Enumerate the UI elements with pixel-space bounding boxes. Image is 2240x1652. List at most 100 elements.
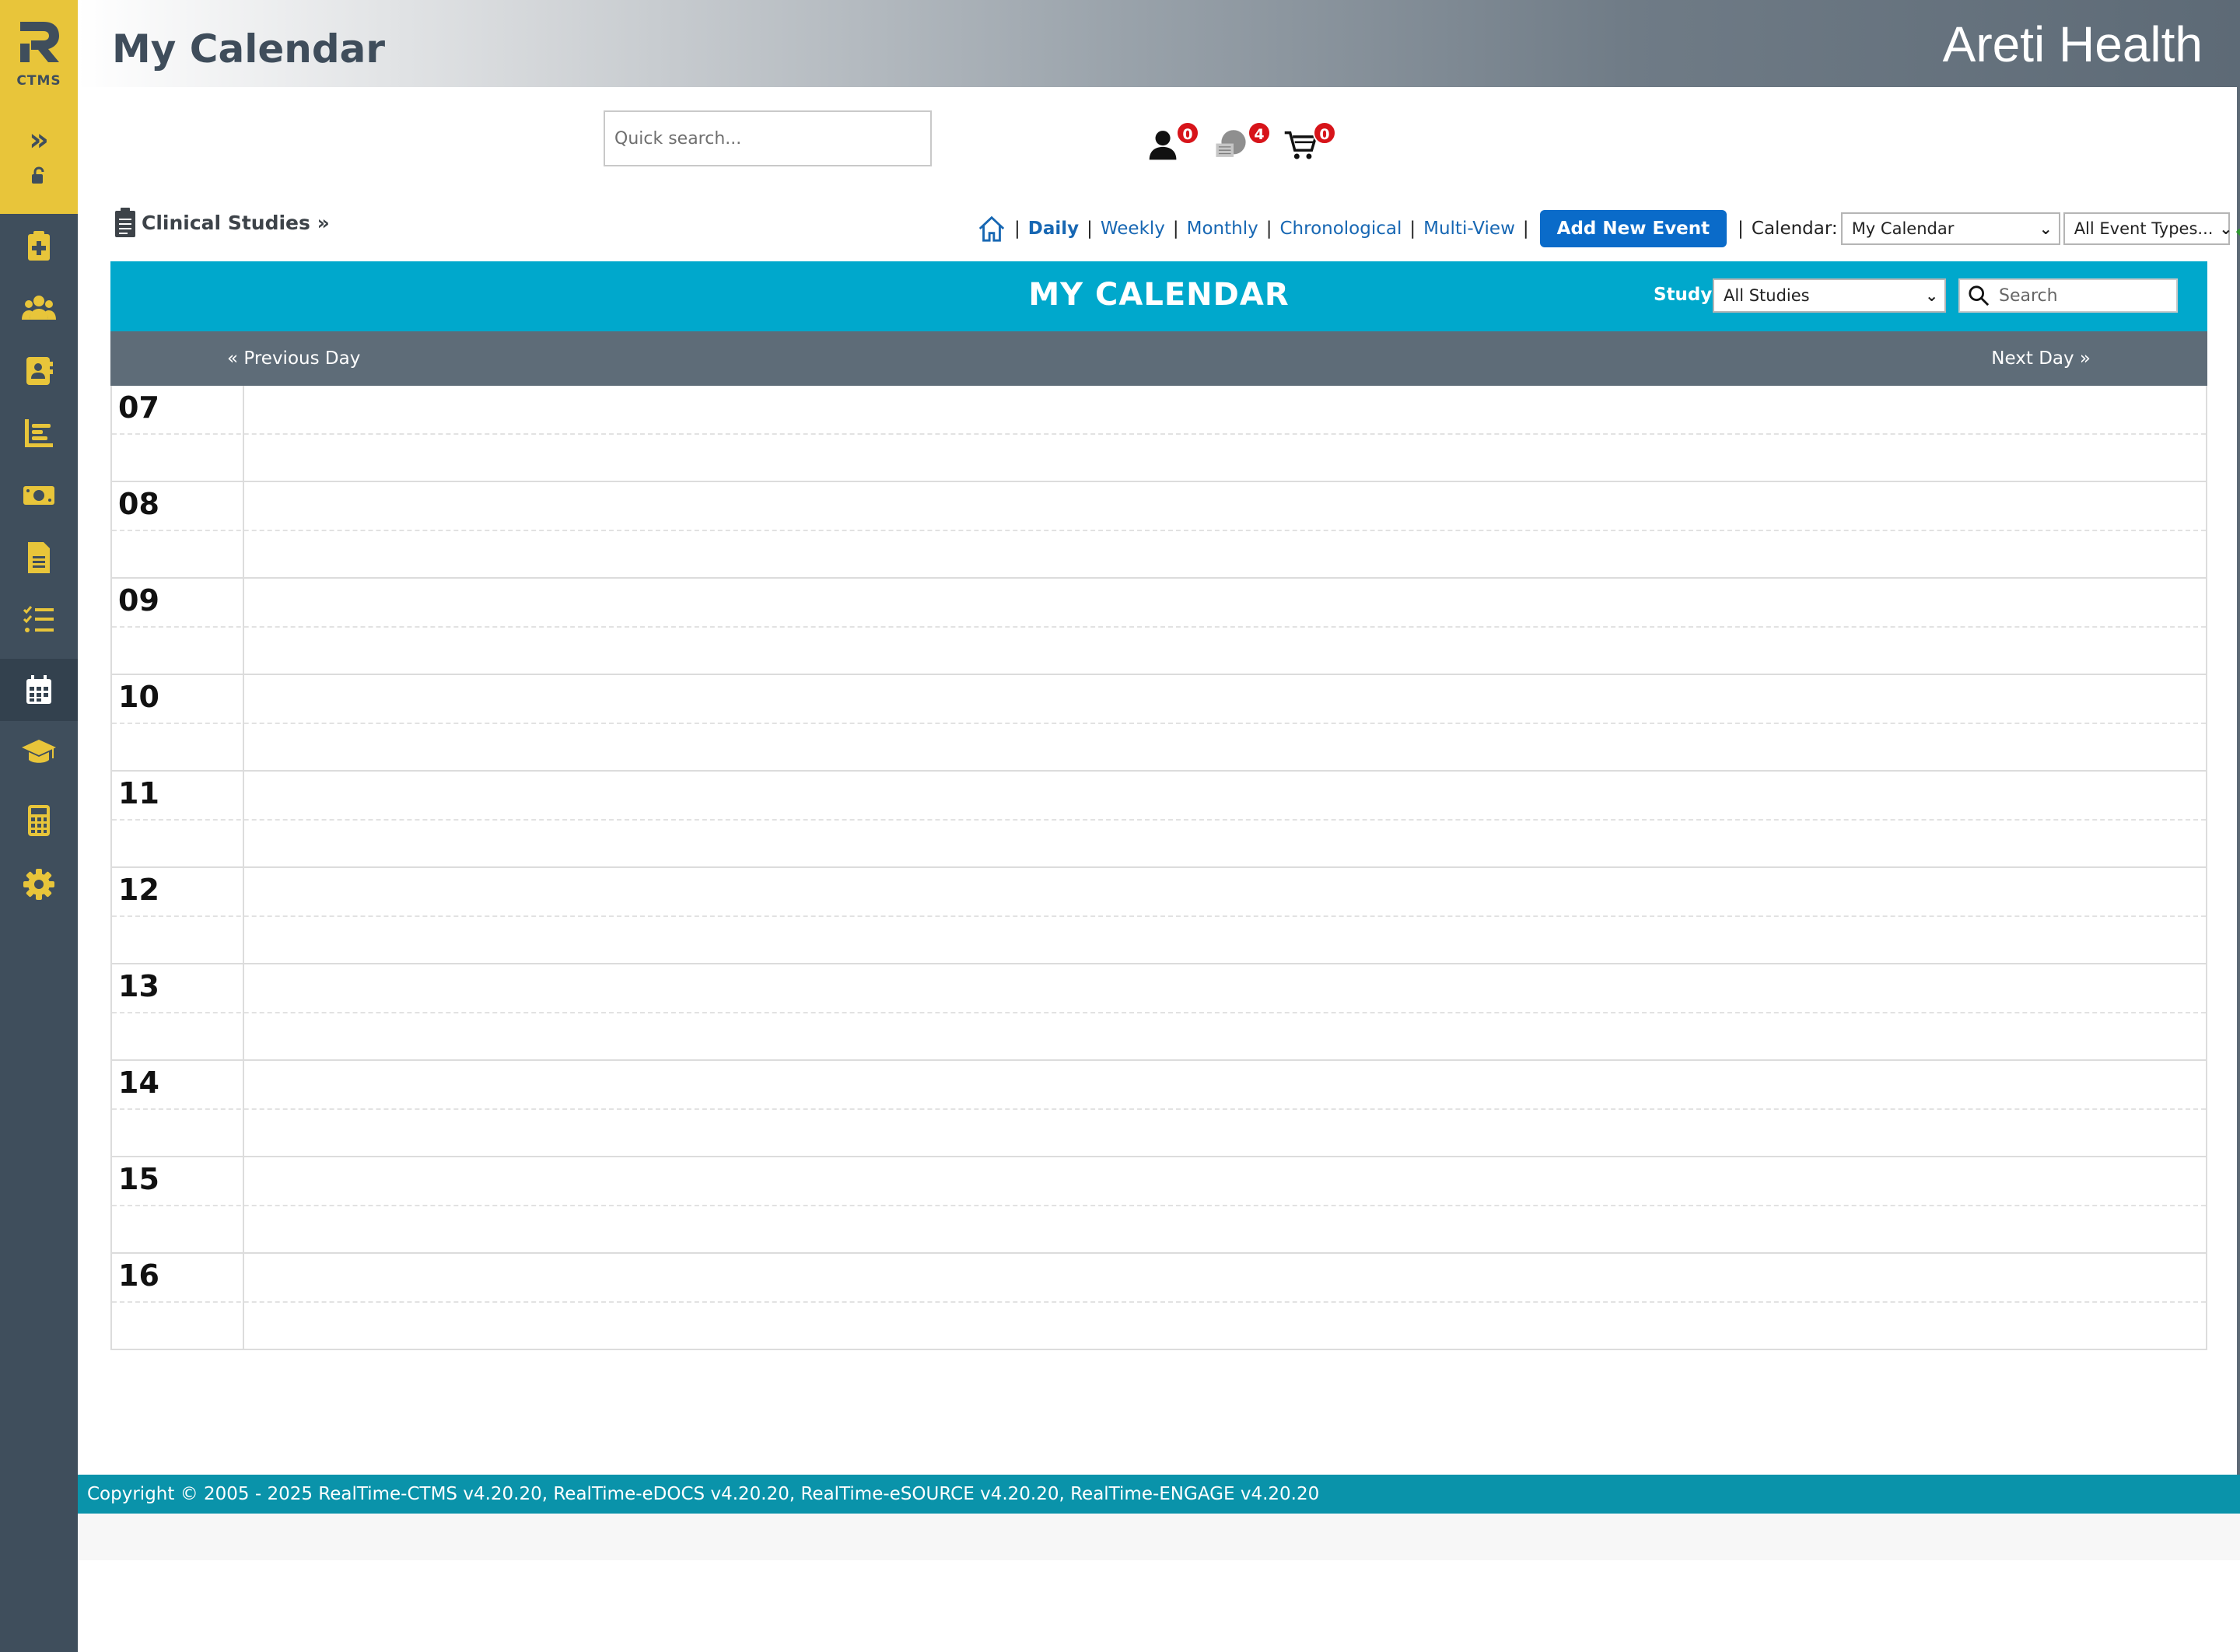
hour-row[interactable]: 09 [112,579,2206,675]
chevron-down-icon: ⌄ [2219,219,2233,238]
hour-label: 08 [118,487,159,521]
bar-chart-icon [25,419,53,447]
sidebar-item-documents[interactable] [0,527,78,589]
sidebar-item-reports[interactable] [0,402,78,464]
hour-row[interactable]: 14 [112,1061,2206,1157]
sidebar-item-tasks[interactable] [0,589,78,651]
event-types-select-value: All Event Types... [2074,219,2214,238]
toolbar-separator: | [1087,219,1093,239]
toolbar-separator: | [1265,219,1272,239]
apply-checkmark-icon[interactable] [2235,213,2240,244]
chevron-down-icon: ⌄ [1925,286,1938,305]
search-icon [1969,285,1990,306]
home-icon[interactable] [977,214,1006,243]
sidebar-item-subjects[interactable] [0,278,78,340]
add-new-event-button[interactable]: Add New Event [1539,210,1727,247]
hour-row[interactable]: 13 [112,964,2206,1061]
brand-area: CTMS » [0,0,78,214]
sidebar-item-settings[interactable] [0,853,78,915]
sidebar-item-training[interactable] [0,721,78,783]
hour-row[interactable]: 16 [112,1254,2206,1350]
users-icon [22,296,56,320]
copyright-text: Copyright © 2005 - 2025 RealTime-CTMS v4… [87,1484,1320,1504]
day-navigation: « Previous Day Next Day » [110,331,2207,386]
logo-r-icon [20,22,59,62]
toolbar-separator: | [1409,219,1416,239]
header-bar: My Calendar Areti Health [78,0,2240,87]
toolbar-separator: | [1738,219,1744,239]
chevron-down-icon: ⌄ [2039,219,2053,238]
calendar-select-label: Calendar: [1751,219,1838,239]
sidebar-item-financials[interactable] [0,464,78,527]
sidebar-item-contacts[interactable] [0,340,78,402]
view-weekly-link[interactable]: Weekly [1101,219,1165,239]
sidebar-item-studies[interactable] [0,215,78,278]
people-count-badge: 0 [1176,121,1199,145]
unlock-icon[interactable] [30,166,48,185]
gear-icon [23,869,54,900]
view-multi-view-link[interactable]: Multi-View [1423,219,1515,239]
cart-count-badge: 0 [1313,121,1336,145]
study-select[interactable]: All Studies ⌄ [1713,278,1946,313]
view-monthly-link[interactable]: Monthly [1187,219,1258,239]
breadcrumb-link-clinical-studies[interactable]: Clinical Studies » [142,212,330,234]
money-icon [23,486,54,505]
hour-row[interactable]: 10 [112,675,2206,772]
messages-count-badge: 4 [1248,121,1271,145]
hour-label: 14 [118,1066,159,1100]
calculator-icon [28,805,50,836]
hour-label: 09 [118,583,159,618]
calendar-toolbar: | Daily | Weekly | Monthly | Chronologic… [977,210,2240,247]
calendar-search-placeholder: Search [1999,285,2058,306]
hour-label: 10 [118,680,159,714]
study-select-value: All Studies [1724,286,1810,305]
sidebar-item-calculator[interactable] [0,789,78,852]
hour-label: 13 [118,969,159,1003]
calendar-select-value: My Calendar [1851,219,1955,238]
sidebar: CTMS » [0,0,78,1652]
hour-row[interactable]: 08 [112,482,2206,579]
view-daily-link[interactable]: Daily [1028,219,1079,239]
page-title: My Calendar [112,26,386,72]
toolbar-separator: | [1172,219,1179,239]
logo-text: CTMS [16,73,61,89]
hour-label: 16 [118,1258,159,1293]
clipboard-icon [115,208,135,237]
contact-card-icon [26,357,53,385]
expand-sidebar-icon[interactable]: » [23,124,54,156]
right-edge-divider [2237,87,2240,1475]
day-hour-grid: 07 08 09 10 11 12 13 14 15 16 [110,386,2207,1350]
study-filter-label: Study: [1654,285,1720,305]
footer-spacer [78,1514,2240,1560]
clipboard-plus-icon [28,231,50,261]
hour-row[interactable]: 07 [112,386,2206,482]
quick-search-input[interactable] [604,110,932,166]
hour-label: 07 [118,390,159,425]
checklist-icon [23,606,54,632]
toolbar-separator: | [1522,219,1529,239]
messages-notifications[interactable]: 4 [1213,121,1271,168]
people-notifications[interactable]: 0 [1148,121,1199,168]
hour-label: 11 [118,776,159,810]
calendar-search-field[interactable]: Search [1958,278,2178,313]
graduation-cap-icon [22,740,56,763]
calendar-icon [26,675,51,704]
view-chronological-link[interactable]: Chronological [1279,219,1402,239]
breadcrumb[interactable]: Clinical Studies » [114,207,330,238]
hour-row[interactable]: 15 [112,1157,2206,1254]
cart-notifications[interactable]: 0 [1283,121,1336,168]
hour-label: 15 [118,1162,159,1196]
toolbar-separator: | [1014,219,1020,239]
event-types-select[interactable]: All Event Types... ⌄ [2063,212,2233,245]
company-name: Areti Health [1942,16,2203,72]
sidebar-item-calendar[interactable] [0,659,78,721]
previous-day-link[interactable]: « Previous Day [227,348,360,369]
hour-row[interactable]: 12 [112,868,2206,964]
hour-label: 12 [118,873,159,907]
calendar-select[interactable]: My Calendar ⌄ [1840,212,2060,245]
calendar-header: MY CALENDAR Study: All Studies ⌄ Search [110,261,2207,331]
hour-row[interactable]: 11 [112,772,2206,868]
footer: Copyright © 2005 - 2025 RealTime-CTMS v4… [78,1475,2240,1514]
next-day-link[interactable]: Next Day » [1991,348,2091,369]
document-icon [28,542,50,573]
